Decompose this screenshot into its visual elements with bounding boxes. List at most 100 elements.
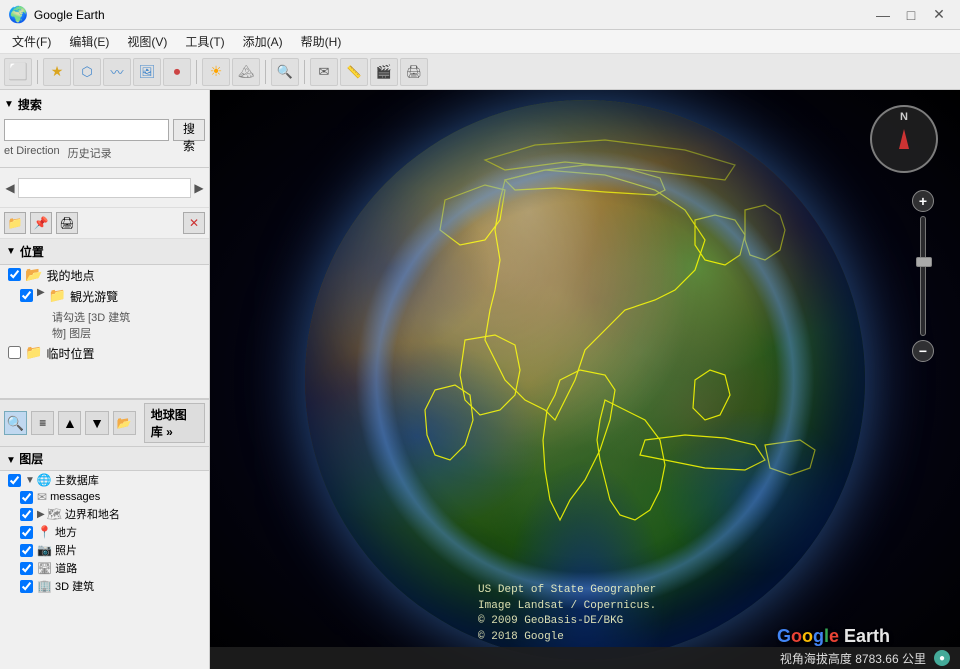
scroll-right-arrow[interactable]: ▶ xyxy=(191,180,207,196)
toolbar-email[interactable]: ✉ xyxy=(310,58,338,86)
ge-letter-e: e xyxy=(829,626,839,646)
search-header: ▼ 搜索 xyxy=(4,94,205,117)
toolbar-terrain[interactable]: 🏔 xyxy=(232,58,260,86)
roads-label: 道路 xyxy=(55,560,77,576)
down-arrow-btn[interactable]: ▼ xyxy=(85,411,108,435)
search-panel-toggle[interactable]: 🔍 xyxy=(4,411,27,435)
zoom-out-btn[interactable]: − xyxy=(912,340,934,362)
action-row: 📁 📌 🖨 ✕ xyxy=(0,208,209,239)
print-btn[interactable]: 🖨 xyxy=(56,212,78,234)
toolbar-polygon[interactable]: ⬡ xyxy=(73,58,101,86)
scroll-left-arrow[interactable]: ◀ xyxy=(2,180,18,196)
layers-header: ▼ 图层 xyxy=(0,447,209,471)
my-places-item[interactable]: 📂 我的地点 xyxy=(0,265,209,286)
menu-bar: 文件(F) 编辑(E) 视图(V) 工具(T) 添加(A) 帮助(H) xyxy=(0,30,960,54)
toolbar-placemark[interactable]: ★ xyxy=(43,58,71,86)
primary-db-icon: 🌐 xyxy=(37,473,52,487)
toolbar-print[interactable]: 🖨 xyxy=(400,58,428,86)
borders-checkbox[interactable] xyxy=(20,508,33,521)
folder-create-btn[interactable]: 📂 xyxy=(113,411,136,435)
3d-buildings-label: 3D 建筑 xyxy=(55,578,94,594)
toolbar-measure[interactable]: 📏 xyxy=(340,58,368,86)
temp-places-label: 临时位置 xyxy=(46,345,205,362)
search-collapse-icon[interactable]: ▼ xyxy=(4,99,14,110)
photos-icon: 📷 xyxy=(37,543,52,557)
menu-view[interactable]: 视图(V) xyxy=(119,31,175,52)
search-section: ▼ 搜索 搜索 et Direction 历史记录 xyxy=(0,90,209,168)
my-places-checkbox[interactable] xyxy=(8,268,21,281)
zoom-track[interactable] xyxy=(920,216,926,336)
title-left: 🌍 Google Earth xyxy=(8,5,105,25)
new-folder-btn[interactable]: 📁 xyxy=(4,212,26,234)
local-checkbox[interactable] xyxy=(20,526,33,539)
layer-borders[interactable]: ▶ 🗺 边界和地名 xyxy=(0,505,209,523)
borders-expand[interactable]: ▶ xyxy=(37,509,45,520)
compass-circle[interactable]: N xyxy=(870,105,938,173)
toolbar-new[interactable]: ⬜ xyxy=(4,58,32,86)
zoom-thumb[interactable] xyxy=(916,257,932,267)
ge-letter-g: g xyxy=(813,626,824,646)
layer-3d-buildings[interactable]: 🏢 3D 建筑 xyxy=(0,577,209,595)
sightseeing-checkbox[interactable] xyxy=(20,289,33,302)
layer-photos[interactable]: 📷 照片 xyxy=(0,541,209,559)
tab-direction[interactable]: et Direction xyxy=(4,145,60,161)
earth-shading xyxy=(305,100,865,660)
close-button[interactable]: ✕ xyxy=(926,2,952,28)
minimize-button[interactable]: — xyxy=(870,2,896,28)
status-bar: 视角海拔高度 8783.66 公里 ● xyxy=(210,647,960,669)
local-icon: 📍 xyxy=(37,525,52,539)
menu-add[interactable]: 添加(A) xyxy=(235,31,291,52)
temp-places-checkbox[interactable] xyxy=(8,346,21,359)
menu-file[interactable]: 文件(F) xyxy=(4,31,59,52)
list-panel-toggle[interactable]: ≡ xyxy=(31,411,54,435)
new-placemark-btn[interactable]: 📌 xyxy=(30,212,52,234)
delete-btn[interactable]: ✕ xyxy=(183,212,205,234)
menu-help[interactable]: 帮助(H) xyxy=(293,31,350,52)
layer-primary-db[interactable]: ▼ 🌐 主数据库 xyxy=(0,471,209,489)
layer-messages[interactable]: ✉ messages xyxy=(0,489,209,505)
my-places-icon: 📂 xyxy=(25,266,42,283)
layers-collapse-icon[interactable]: ▼ xyxy=(6,455,16,466)
roads-icon: 🛣 xyxy=(37,561,52,575)
places-collapse-icon[interactable]: ▼ xyxy=(6,246,16,257)
toolbar-record[interactable]: ⏺ xyxy=(163,58,191,86)
temp-places-item[interactable]: 📁 临时位置 xyxy=(0,343,209,364)
ge-letter-o2: o xyxy=(802,626,813,646)
toolbar-overlay[interactable]: 🖼 xyxy=(133,58,161,86)
up-arrow-btn[interactable]: ▲ xyxy=(58,411,81,435)
roads-checkbox[interactable] xyxy=(20,562,33,575)
my-places-label: 我的地点 xyxy=(46,267,205,284)
menu-tools[interactable]: 工具(T) xyxy=(177,31,232,52)
navigate-input[interactable] xyxy=(18,178,191,198)
borders-label: 边界和地名 xyxy=(65,506,120,522)
layer-roads[interactable]: 🛣 道路 xyxy=(0,559,209,577)
tab-history[interactable]: 历史记录 xyxy=(68,145,112,161)
expand-icon[interactable]: ▶ xyxy=(37,287,45,298)
sightseeing-label: 観光游覽 xyxy=(70,288,205,305)
gallery-btn[interactable]: 地球图库 » xyxy=(144,403,205,443)
toolbar-sunlight[interactable]: ☀ xyxy=(202,58,230,86)
photos-checkbox[interactable] xyxy=(20,544,33,557)
search-button[interactable]: 搜索 xyxy=(173,119,205,141)
sightseeing-item[interactable]: ▶ 📁 観光游覽 xyxy=(0,286,209,307)
toolbar-sep-4 xyxy=(304,60,305,84)
compass-needle xyxy=(899,129,909,149)
messages-checkbox[interactable] xyxy=(20,491,33,504)
earth-globe[interactable] xyxy=(305,100,865,660)
toolbar-path[interactable]: 〰 xyxy=(103,58,131,86)
toolbar-search[interactable]: 🔍 xyxy=(271,58,299,86)
primary-db-checkbox[interactable] xyxy=(8,474,21,487)
nav-compass[interactable]: N xyxy=(870,105,940,175)
primary-db-expand[interactable]: ▼ xyxy=(25,475,35,486)
menu-edit[interactable]: 编辑(E) xyxy=(61,31,117,52)
layer-local[interactable]: 📍 地方 xyxy=(0,523,209,541)
map-area[interactable]: N + − US Dept of State Geographer Image … xyxy=(210,90,960,669)
scroll-area: ◀ ▶ xyxy=(0,168,209,208)
maximize-button[interactable]: □ xyxy=(898,2,924,28)
toolbar-movie[interactable]: 🎬 xyxy=(370,58,398,86)
window-controls: — □ ✕ xyxy=(870,2,952,28)
zoom-in-btn[interactable]: + xyxy=(912,190,934,212)
3d-buildings-checkbox[interactable] xyxy=(20,580,33,593)
search-input[interactable] xyxy=(4,119,169,141)
layers-title: 图层 xyxy=(19,452,43,466)
